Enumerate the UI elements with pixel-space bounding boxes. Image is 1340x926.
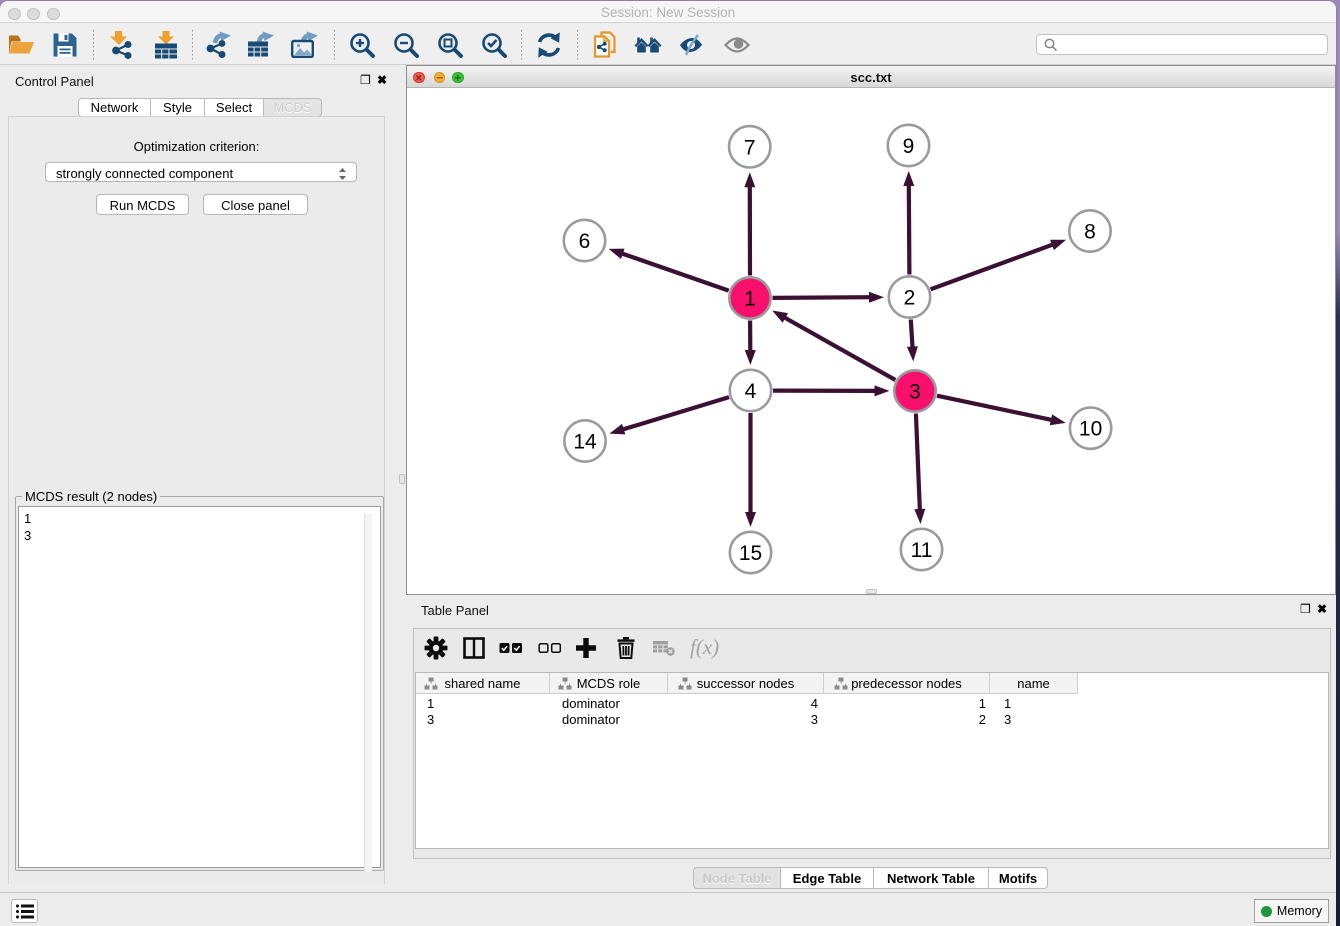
svg-text:4: 4 (745, 380, 757, 403)
svg-text:6: 6 (579, 230, 591, 253)
svg-text:1: 1 (744, 288, 756, 311)
svg-text:2: 2 (904, 287, 916, 310)
svg-text:14: 14 (573, 431, 597, 454)
svg-text:3: 3 (909, 381, 921, 404)
svg-text:15: 15 (739, 542, 762, 565)
svg-text:11: 11 (911, 539, 933, 562)
svg-text:8: 8 (1084, 221, 1096, 244)
svg-text:7: 7 (744, 136, 756, 159)
svg-text:10: 10 (1079, 418, 1102, 441)
svg-text:9: 9 (903, 135, 915, 158)
